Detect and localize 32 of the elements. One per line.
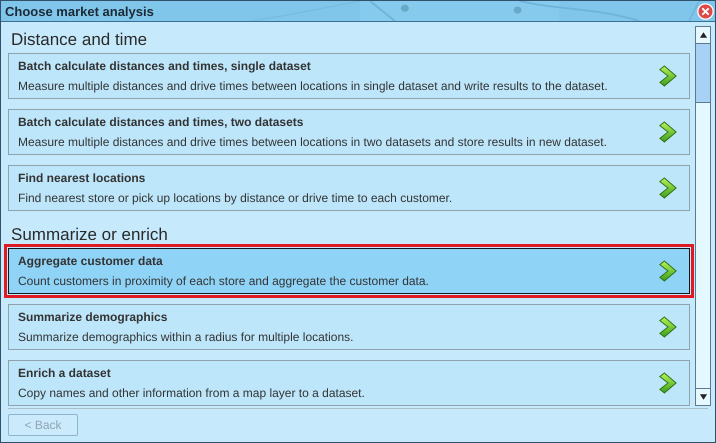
window-title: Choose market analysis — [5, 4, 154, 18]
chevron-right-icon — [658, 316, 678, 338]
scroll-up-icon[interactable] — [696, 27, 710, 43]
analysis-option[interactable]: Aggregate customer data Count customers in proximity of each store and aggregate the customer data. — [8, 248, 690, 294]
option-title: Enrich a dataset — [18, 366, 112, 380]
chevron-right-icon — [658, 372, 678, 394]
option-description: Copy names and other information from a map layer to a dataset. — [18, 386, 366, 400]
option-description: Summarize demographics within a radius for multiple locations. — [18, 330, 354, 344]
option-description: Measure multiple distances and drive times between locations in two datasets and store results in new dataset. — [18, 135, 608, 149]
option-description: Find nearest store or pick up locations by distance or drive time to each customer. — [18, 191, 454, 205]
option-title: Summarize demographics — [18, 310, 168, 324]
chevron-right-icon — [658, 260, 678, 282]
option-title: Find nearest locations — [18, 171, 146, 185]
analysis-option[interactable]: Batch calculate distances and times, two datasets Measure multiple distances and drive times between locations in two datasets and store results in new dataset. — [8, 109, 690, 155]
analysis-option[interactable]: Batch calculate distances and times, single dataset Measure multiple distances and drive times between locations in single dataset and write results to the dataset. — [8, 53, 690, 99]
scrollbar[interactable] — [695, 26, 711, 406]
option-title: Batch calculate distances and times, two datasets — [18, 115, 304, 129]
scroll-thumb[interactable] — [696, 44, 710, 103]
option-description: Count customers in proximity of each store and aggregate the customer data. — [18, 274, 430, 288]
option-description: Measure multiple distances and drive times between locations in single dataset and write results to the dataset. — [18, 79, 609, 93]
analysis-option[interactable]: Find nearest locations Find nearest store or pick up locations by distance or drive time to each customer. — [8, 165, 690, 211]
close-icon[interactable] — [697, 3, 714, 20]
analysis-option[interactable]: Enrich a dataset Copy names and other information from a map layer to a dataset. — [8, 360, 690, 406]
scroll-down-icon[interactable] — [696, 389, 710, 405]
chevron-right-icon — [658, 177, 678, 199]
chevron-right-icon — [658, 65, 678, 87]
option-title: Aggregate customer data — [18, 254, 164, 268]
chevron-right-icon — [658, 121, 678, 143]
section-heading: Distance and time — [11, 30, 148, 50]
section-heading: Summarize or enrich — [11, 225, 169, 245]
option-title: Batch calculate distances and times, single dataset — [18, 59, 312, 73]
analysis-option[interactable]: Summarize demographics Summarize demographics within a radius for multiple locations. — [8, 304, 690, 350]
